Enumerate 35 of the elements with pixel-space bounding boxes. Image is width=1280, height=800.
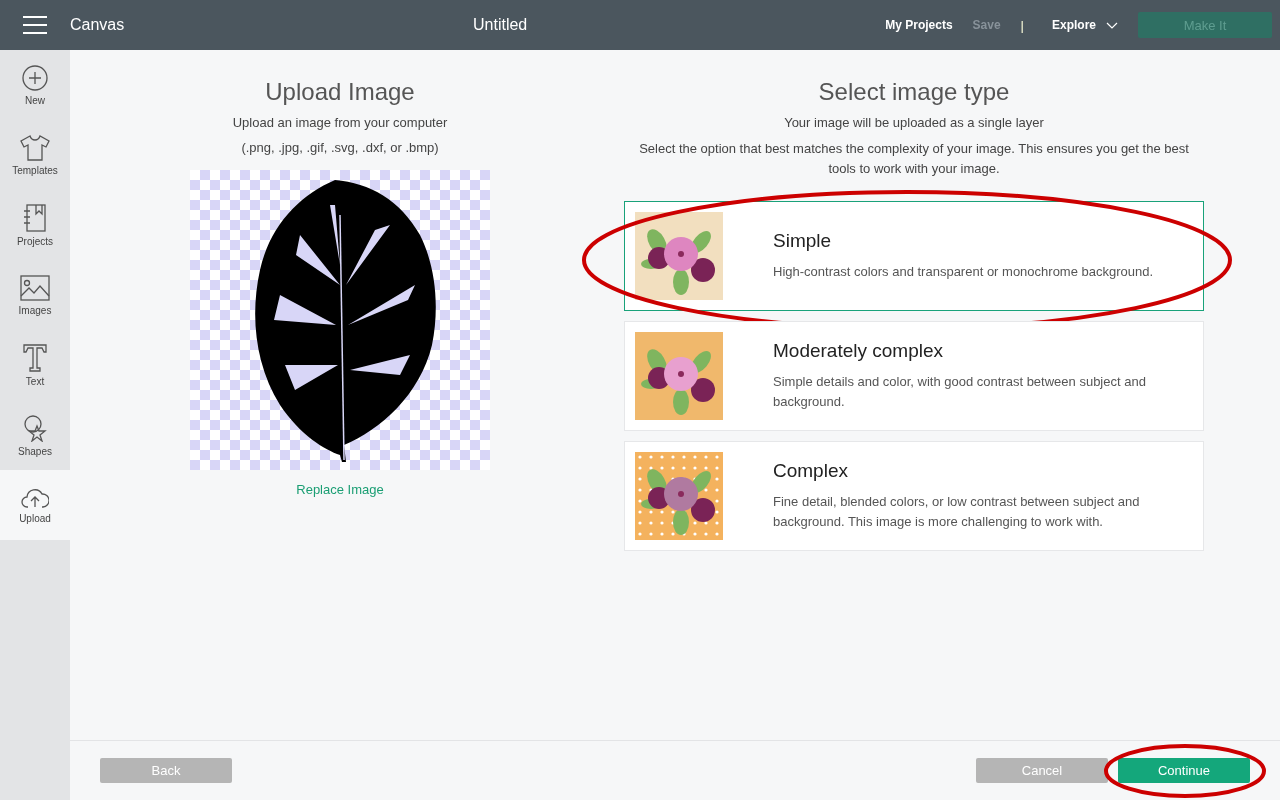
section-description: Select the option that best matches the complexity of your image. This ensures you get the best tools to work with your image. — [638, 140, 1190, 178]
plus-circle-icon — [22, 64, 48, 91]
separator: | — [1020, 17, 1024, 33]
image-icon — [20, 274, 50, 301]
explore-menu[interactable]: Explore — [1052, 18, 1118, 32]
letter-t-icon — [23, 343, 47, 372]
image-type-option[interactable]: Simple High-contrast colors and transparent or monochrome background. — [624, 201, 1204, 311]
cloud-upload-icon — [21, 486, 49, 509]
chevron-down-icon — [1106, 21, 1118, 29]
sidebar-item[interactable]: Images — [0, 260, 70, 330]
notebook-icon — [23, 203, 47, 232]
t-shirt-icon — [20, 134, 50, 161]
file-formats: (.png, .jpg, .gif, .svg, .dxf, or .bmp) — [241, 139, 439, 156]
shapes-icon — [22, 413, 48, 442]
document-title: Untitled — [472, 16, 529, 34]
sidebar-item[interactable]: Text — [0, 330, 70, 400]
option-description: Simple details and color, with good contrast between subject and background. — [773, 373, 1147, 411]
menu-icon[interactable] — [23, 16, 47, 34]
sidebar-item[interactable]: Shapes — [0, 400, 70, 470]
section-title: Select image type — [818, 78, 1010, 106]
sidebar-item[interactable]: New — [0, 50, 70, 120]
header-link[interactable]: My Projects — [885, 18, 953, 32]
image-type-option[interactable]: Complex Fine detail, blended colors, or low contrast between subject and background. This image is more challenging to work with. — [624, 441, 1204, 551]
option-description: Fine detail, blended colors, or low contrast between subject and background. This image is more challenging to work with. — [773, 493, 1141, 531]
image-type-option[interactable]: Moderately complex Simple details and color, with good contrast between subject and background. — [624, 321, 1204, 431]
upload-title: Upload Image — [265, 78, 415, 106]
app-name: Canvas — [70, 16, 126, 34]
section-subtitle: Your image will be uploaded as a single layer — [784, 114, 1044, 131]
option-description: High-contrast colors and transparent or monochrome background. — [773, 263, 1154, 281]
sidebar-item[interactable]: Templates — [0, 120, 70, 190]
sidebar-item[interactable]: Projects — [0, 190, 70, 260]
option-title: Moderately complex — [773, 340, 945, 362]
option-title: Simple — [773, 230, 833, 252]
upload-subtitle: Upload an image from your computer — [232, 114, 448, 131]
option-title: Complex — [773, 460, 849, 482]
